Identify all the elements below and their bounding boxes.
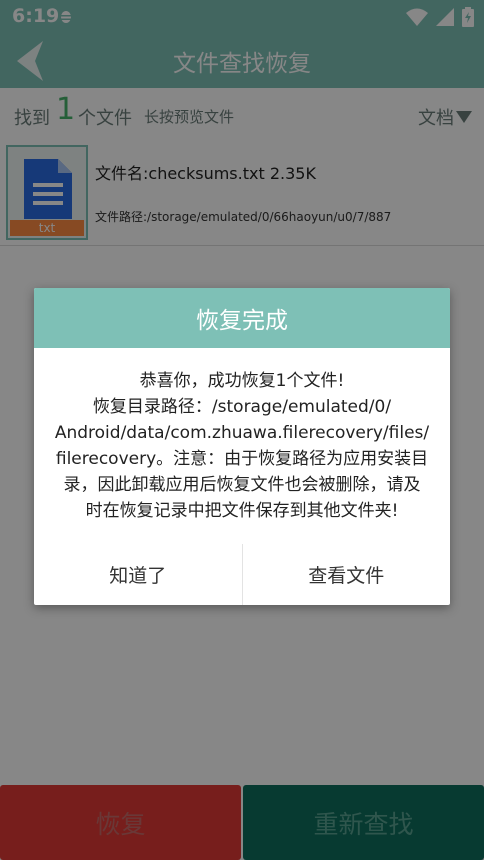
- dialog-actions: 知道了 查看文件: [34, 544, 450, 605]
- dialog-message-line: 录，因此卸载应用后恢复文件也会被删除，请及: [63, 475, 421, 495]
- dialog-title: 恢复完成: [34, 288, 450, 348]
- recovery-complete-dialog: 恢复完成 恭喜你，成功恢复1个文件! 恢复目录路径：/storage/emula…: [34, 288, 450, 605]
- view-files-button[interactable]: 查看文件: [243, 544, 451, 605]
- dialog-message: 恭喜你，成功恢复1个文件! 恢复目录路径：/storage/emulated/0…: [34, 348, 450, 543]
- dialog-message-line: Android/data/com.zhuawa.filerecovery/fil…: [54, 423, 430, 443]
- dialog-message-line: 时在恢复记录中把文件保存到其他文件夹!: [85, 501, 399, 521]
- ok-button[interactable]: 知道了: [34, 544, 242, 605]
- dialog-message-line: filerecovery。注意：由于恢复路径为应用安装目: [55, 449, 429, 469]
- dialog-message-line: 恭喜你，成功恢复1个文件!: [139, 371, 345, 391]
- dialog-message-line: 恢复目录路径：/storage/emulated/0/: [92, 397, 392, 417]
